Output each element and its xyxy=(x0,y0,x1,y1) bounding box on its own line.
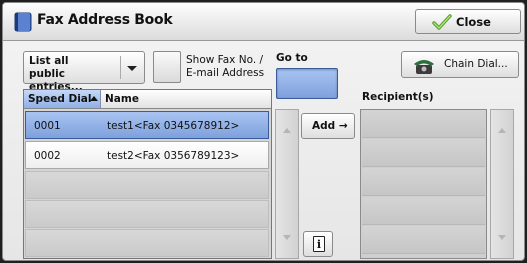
fax-address-book-dialog: Fax Address Book Close List all public e… xyxy=(2,2,525,261)
empty-row xyxy=(25,171,269,199)
info-button[interactable]: i xyxy=(303,231,333,257)
chevron-down-icon xyxy=(120,56,140,79)
recipient-slot xyxy=(362,139,485,167)
telephone-icon xyxy=(414,60,434,74)
sort-ascending-icon xyxy=(90,96,98,101)
recipient-slot xyxy=(362,110,485,138)
empty-row xyxy=(25,200,269,228)
info-icon: i xyxy=(313,236,325,252)
recipients-label: Recipient(s) xyxy=(362,91,434,103)
list-header: Speed Dial Name xyxy=(24,90,271,109)
chain-dial-label: Chain Dial... xyxy=(444,58,508,70)
speed-dial-column-header[interactable]: Speed Dial xyxy=(24,90,101,108)
scroll-down-icon[interactable] xyxy=(498,235,506,240)
recipients-scrollbar[interactable] xyxy=(490,109,514,259)
speed-dial-cell: 0002 xyxy=(34,150,61,162)
goto-input[interactable] xyxy=(276,68,338,99)
table-row[interactable]: 0001 test1<Fax 0345678912> xyxy=(25,111,269,139)
show-fax-checkbox[interactable] xyxy=(153,51,181,83)
name-cell: test2<Fax 0356789123> xyxy=(107,150,240,162)
scroll-up-icon[interactable] xyxy=(498,128,506,133)
scroll-up-icon[interactable] xyxy=(283,128,291,133)
close-button[interactable]: Close xyxy=(415,9,521,34)
table-row[interactable]: 0002 test2<Fax 0356789123> xyxy=(25,141,269,169)
scroll-down-icon[interactable] xyxy=(283,235,291,240)
name-cell: test1<Fax 0345678912> xyxy=(107,120,240,132)
add-label: Add → xyxy=(312,120,348,132)
speed-dial-cell: 0001 xyxy=(34,120,61,132)
title-bar: Fax Address Book Close xyxy=(3,3,524,41)
close-label: Close xyxy=(456,15,491,29)
entry-filter-dropdown[interactable]: List all public entries... xyxy=(23,51,145,93)
recipient-slot xyxy=(362,168,485,196)
name-column-header[interactable]: Name xyxy=(105,93,139,105)
chain-dial-button[interactable]: Chain Dial... xyxy=(401,51,519,78)
list-scrollbar[interactable] xyxy=(275,109,299,259)
recipient-slot xyxy=(362,226,485,254)
add-button[interactable]: Add → xyxy=(301,113,355,139)
recipient-slot xyxy=(362,197,485,225)
address-list: Speed Dial Name 0001 test1<Fax 034567891… xyxy=(23,89,272,259)
recipients-list xyxy=(360,109,487,259)
dialog-title: Fax Address Book xyxy=(37,12,173,28)
show-fax-label: Show Fax No. / E-mail Address xyxy=(186,54,265,79)
checkmark-icon xyxy=(432,14,452,30)
goto-label: Go to xyxy=(276,52,308,64)
empty-row xyxy=(25,229,269,257)
fax-address-book-icon xyxy=(14,12,32,32)
